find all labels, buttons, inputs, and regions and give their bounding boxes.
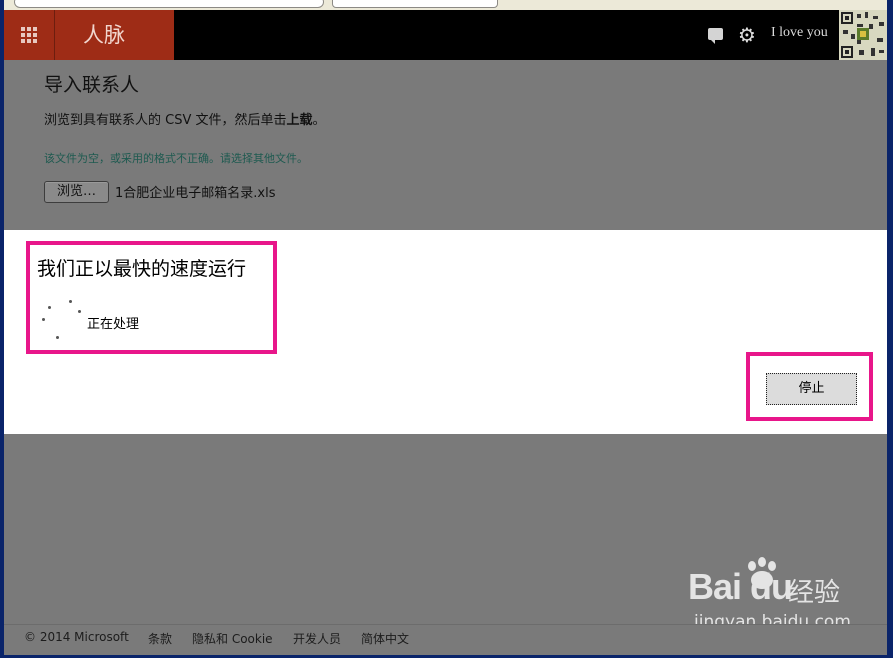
gear-icon[interactable]: ⚙	[738, 25, 756, 45]
stop-button[interactable]: 停止	[766, 373, 857, 405]
instruction-suffix: 。	[312, 113, 326, 128]
import-contacts-page: 导入联系人 浏览到具有联系人的 CSV 文件，然后单击上载。 该文件为空，或采用…	[4, 60, 887, 230]
apps-grid-icon	[21, 27, 37, 43]
instruction-prefix: 浏览到具有联系人的 CSV 文件，然后单击	[44, 113, 287, 128]
footer-copyright: © 2014 Microsoft	[24, 630, 129, 644]
chat-icon[interactable]	[708, 26, 726, 44]
page-background: Bai du 经验 jingyan.baidu.com	[4, 434, 887, 654]
instruction-bold: 上载	[286, 113, 313, 128]
app-launcher-button[interactable]	[4, 10, 55, 60]
page-instruction: 浏览到具有联系人的 CSV 文件，然后单击上载。	[44, 109, 326, 128]
address-bar[interactable]	[14, 0, 324, 8]
app-title[interactable]: 人脉	[55, 10, 174, 60]
window-frame-right	[887, 0, 893, 658]
footer-link-privacy[interactable]: 隐私和 Cookie	[192, 630, 273, 647]
footer-link-terms[interactable]: 条款	[148, 630, 172, 647]
browser-search-box[interactable]	[332, 0, 498, 8]
footer-language[interactable]: 简体中文	[361, 630, 409, 647]
top-bar: 人脉 ⚙ I love you	[4, 10, 887, 60]
browse-button[interactable]: 浏览…	[44, 181, 109, 203]
error-message: 该文件为空，或采用的格式不正确。请选择其他文件。	[44, 152, 308, 165]
footer: © 2014 Microsoft 条款 隐私和 Cookie 开发人员 简体中文	[4, 624, 887, 655]
baidu-paw-icon	[748, 557, 776, 589]
footer-link-developers[interactable]: 开发人员	[293, 630, 341, 647]
user-name[interactable]: I love you	[771, 10, 828, 60]
selected-file-name: 1合肥企业电子邮箱名录.xls	[115, 186, 276, 201]
watermark-cn: 经验	[788, 578, 841, 608]
dialog-title: 我们正以最快的速度运行	[37, 258, 247, 280]
qr-code-image	[839, 10, 887, 60]
loading-spinner-icon	[36, 298, 84, 346]
page-title: 导入联系人	[44, 74, 140, 96]
processing-status: 正在处理	[87, 317, 140, 332]
processing-dialog: 我们正以最快的速度运行 正在处理 停止	[4, 230, 887, 434]
